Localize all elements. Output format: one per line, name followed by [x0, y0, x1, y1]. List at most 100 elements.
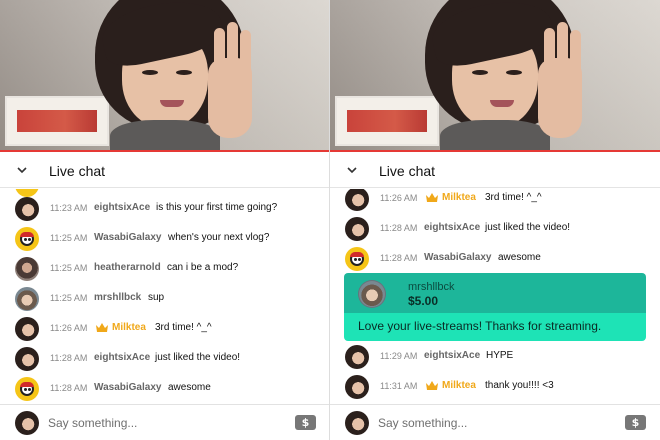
chat-input[interactable] [378, 412, 608, 434]
video-player[interactable] [0, 0, 330, 152]
mascot-band [20, 232, 34, 237]
message-text: 3rd time! ^_^ [485, 192, 542, 203]
list-item[interactable]: 11:26 AM Milktea 3rd time! ^_^ [0, 315, 330, 343]
message-text: is this your first time going? [156, 202, 278, 213]
list-item[interactable]: 11:26 AM Milktea 3rd time! ^_^ [330, 189, 660, 213]
crown-icon [426, 381, 438, 390]
author-name[interactable]: eightsixAce [94, 352, 150, 363]
super-chat-body: Love your live-streams! Thanks for strea… [344, 313, 646, 341]
chat-panel-right: Live chat 11:26 AM Milktea 3rd time! ^_^… [330, 0, 660, 440]
video-player[interactable] [330, 0, 660, 152]
streamer-shirt [440, 120, 550, 152]
avatar [15, 197, 39, 221]
list-item[interactable]: 11:28 AM eightsixAce just liked the vide… [0, 345, 330, 373]
author-name[interactable]: mrshllbck [94, 292, 141, 303]
message-text: when's your next vlog? [168, 232, 270, 243]
avatar [345, 189, 369, 211]
author-name[interactable]: WasabiGalaxy [424, 252, 491, 263]
list-item[interactable]: 11:29 AM eightsixAce HYPE [330, 343, 660, 371]
avatar [15, 377, 39, 401]
message-text: thank you!!!! <3 [485, 380, 554, 391]
message-text: just liked the video! [485, 222, 571, 233]
message-text: 3rd time! ^_^ [155, 322, 212, 333]
super-chat-button[interactable]: $ [295, 415, 316, 430]
super-chat-message: Love your live-streams! Thanks for strea… [358, 319, 602, 333]
streamer-shirt [110, 120, 220, 152]
chat-header: Live chat [0, 152, 330, 188]
mascot-eye [354, 258, 357, 261]
timestamp: 11:25 AM [50, 233, 88, 243]
streamer-mouth [160, 100, 184, 107]
chat-input[interactable] [48, 412, 278, 434]
message-list-after[interactable]: 11:29 AM eightsixAce HYPE 11:31 AM Milkt… [330, 341, 660, 403]
message-text: awesome [498, 252, 541, 263]
mascot-eye [24, 388, 27, 391]
message-text: HYPE [486, 350, 514, 361]
timestamp: 11:26 AM [50, 323, 88, 333]
wall-painting [335, 96, 439, 146]
message-text: sup [148, 292, 165, 303]
list-item[interactable]: 11:25 AM mrshllbck sup [0, 285, 330, 313]
finger [570, 30, 581, 80]
mascot-band [350, 252, 364, 257]
list-item[interactable]: 11:28 AM WasabiGalaxy awesome [0, 375, 330, 403]
painting-art [347, 110, 427, 132]
author-name[interactable]: Milktea [442, 380, 476, 391]
mascot-band [20, 382, 34, 387]
finger [240, 30, 251, 80]
avatar [358, 280, 386, 308]
avatar [15, 411, 39, 435]
super-chat-amount: $5.00 [408, 294, 439, 308]
author-name[interactable]: eightsixAce [424, 222, 480, 233]
avatar [15, 317, 39, 341]
avatar [345, 345, 369, 369]
avatar [15, 287, 39, 311]
super-chat-card[interactable]: mrshllbck $5.00 Love your live-streams! … [344, 273, 646, 341]
list-item[interactable]: 11:25 AM WasabiGalaxy when's your next v… [0, 225, 330, 253]
avatar [15, 347, 39, 371]
author-name[interactable]: heatherarnold [94, 262, 161, 273]
streamer-mouth [490, 100, 514, 107]
timestamp: 11:28 AM [50, 353, 88, 363]
streamer-eye [142, 70, 158, 75]
avatar [345, 375, 369, 399]
chevron-down-icon[interactable] [16, 164, 28, 176]
timestamp: 11:28 AM [380, 253, 418, 263]
message-text: can i be a mod? [167, 262, 239, 273]
streamer-eye [176, 70, 192, 75]
chat-input-bar: $ [330, 404, 660, 440]
timestamp: 11:25 AM [50, 263, 88, 273]
super-chat-header: mrshllbck $5.00 [344, 273, 646, 313]
list-item[interactable]: 11:28 AM eightsixAce just liked the vide… [330, 215, 660, 243]
finger [227, 22, 238, 72]
mascot-eye [358, 258, 361, 261]
author-name[interactable]: eightsixAce [94, 202, 150, 213]
chat-title: Live chat [49, 163, 106, 179]
streamer-eye [472, 70, 488, 75]
author-name[interactable]: Milktea [112, 322, 146, 333]
author-name[interactable]: WasabiGalaxy [94, 382, 161, 393]
list-item[interactable]: 11:28 AM WasabiGalaxy awesome [330, 245, 660, 273]
super-chat-author[interactable]: mrshllbck [408, 281, 454, 293]
author-name[interactable]: WasabiGalaxy [94, 232, 161, 243]
timestamp: 11:26 AM [380, 193, 418, 203]
chevron-down-icon[interactable] [346, 164, 358, 176]
author-name[interactable]: Milktea [442, 192, 476, 203]
author-name[interactable]: eightsixAce [424, 350, 480, 361]
avatar [15, 257, 39, 281]
mascot-eye [28, 388, 31, 391]
list-item[interactable]: 11:23 AM eightsixAce is this your first … [0, 195, 330, 223]
super-chat-button[interactable]: $ [625, 415, 646, 430]
finger [544, 28, 555, 78]
dollar-icon: $ [631, 416, 640, 429]
timestamp: 11:29 AM [380, 351, 418, 361]
list-item[interactable]: 11:31 AM Milktea thank you!!!! <3 [330, 373, 660, 401]
list-item[interactable]: 11:25 AM heatherarnold can i be a mod? [0, 255, 330, 283]
timestamp: 11:23 AM [50, 203, 88, 213]
mascot-eye [28, 238, 31, 241]
message-text: just liked the video! [155, 352, 241, 363]
timestamp: 11:31 AM [380, 381, 418, 391]
message-list[interactable]: 11:23 AM eightsixAce is this your first … [0, 189, 330, 403]
mascot-eye [24, 238, 27, 241]
avatar [345, 411, 369, 435]
